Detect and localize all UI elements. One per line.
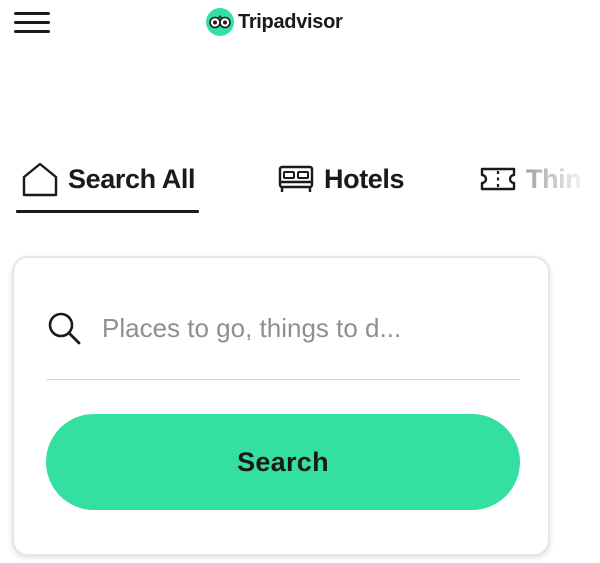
tab-hotels[interactable]: Hotels: [276, 146, 405, 212]
tripadvisor-home: Tripadvisor Search All Hotels Thin Place…: [0, 0, 600, 563]
hamburger-menu-icon[interactable]: [14, 10, 52, 36]
search-divider: [46, 379, 520, 380]
search-field[interactable]: [46, 302, 520, 354]
owl-logo-icon: [206, 8, 234, 36]
search-input[interactable]: [102, 312, 520, 344]
tab-things-to-do[interactable]: Thin: [478, 146, 582, 212]
search-button[interactable]: Search: [46, 414, 520, 510]
brand-logo-link[interactable]: Tripadvisor: [206, 7, 343, 37]
search-card: Search: [12, 256, 550, 556]
tab-search-all[interactable]: Search All: [16, 146, 200, 213]
tab-label: Thin: [526, 163, 582, 194]
search-category-tabs: Search All Hotels Thin: [16, 146, 600, 216]
home-icon: [22, 162, 58, 197]
search-icon: [48, 312, 81, 345]
brand-name: Tripadvisor: [238, 10, 343, 33]
tab-label: Search All: [68, 163, 196, 194]
ticket-icon: [480, 167, 516, 191]
tab-label: Hotels: [324, 163, 405, 194]
bed-icon: [278, 165, 314, 192]
